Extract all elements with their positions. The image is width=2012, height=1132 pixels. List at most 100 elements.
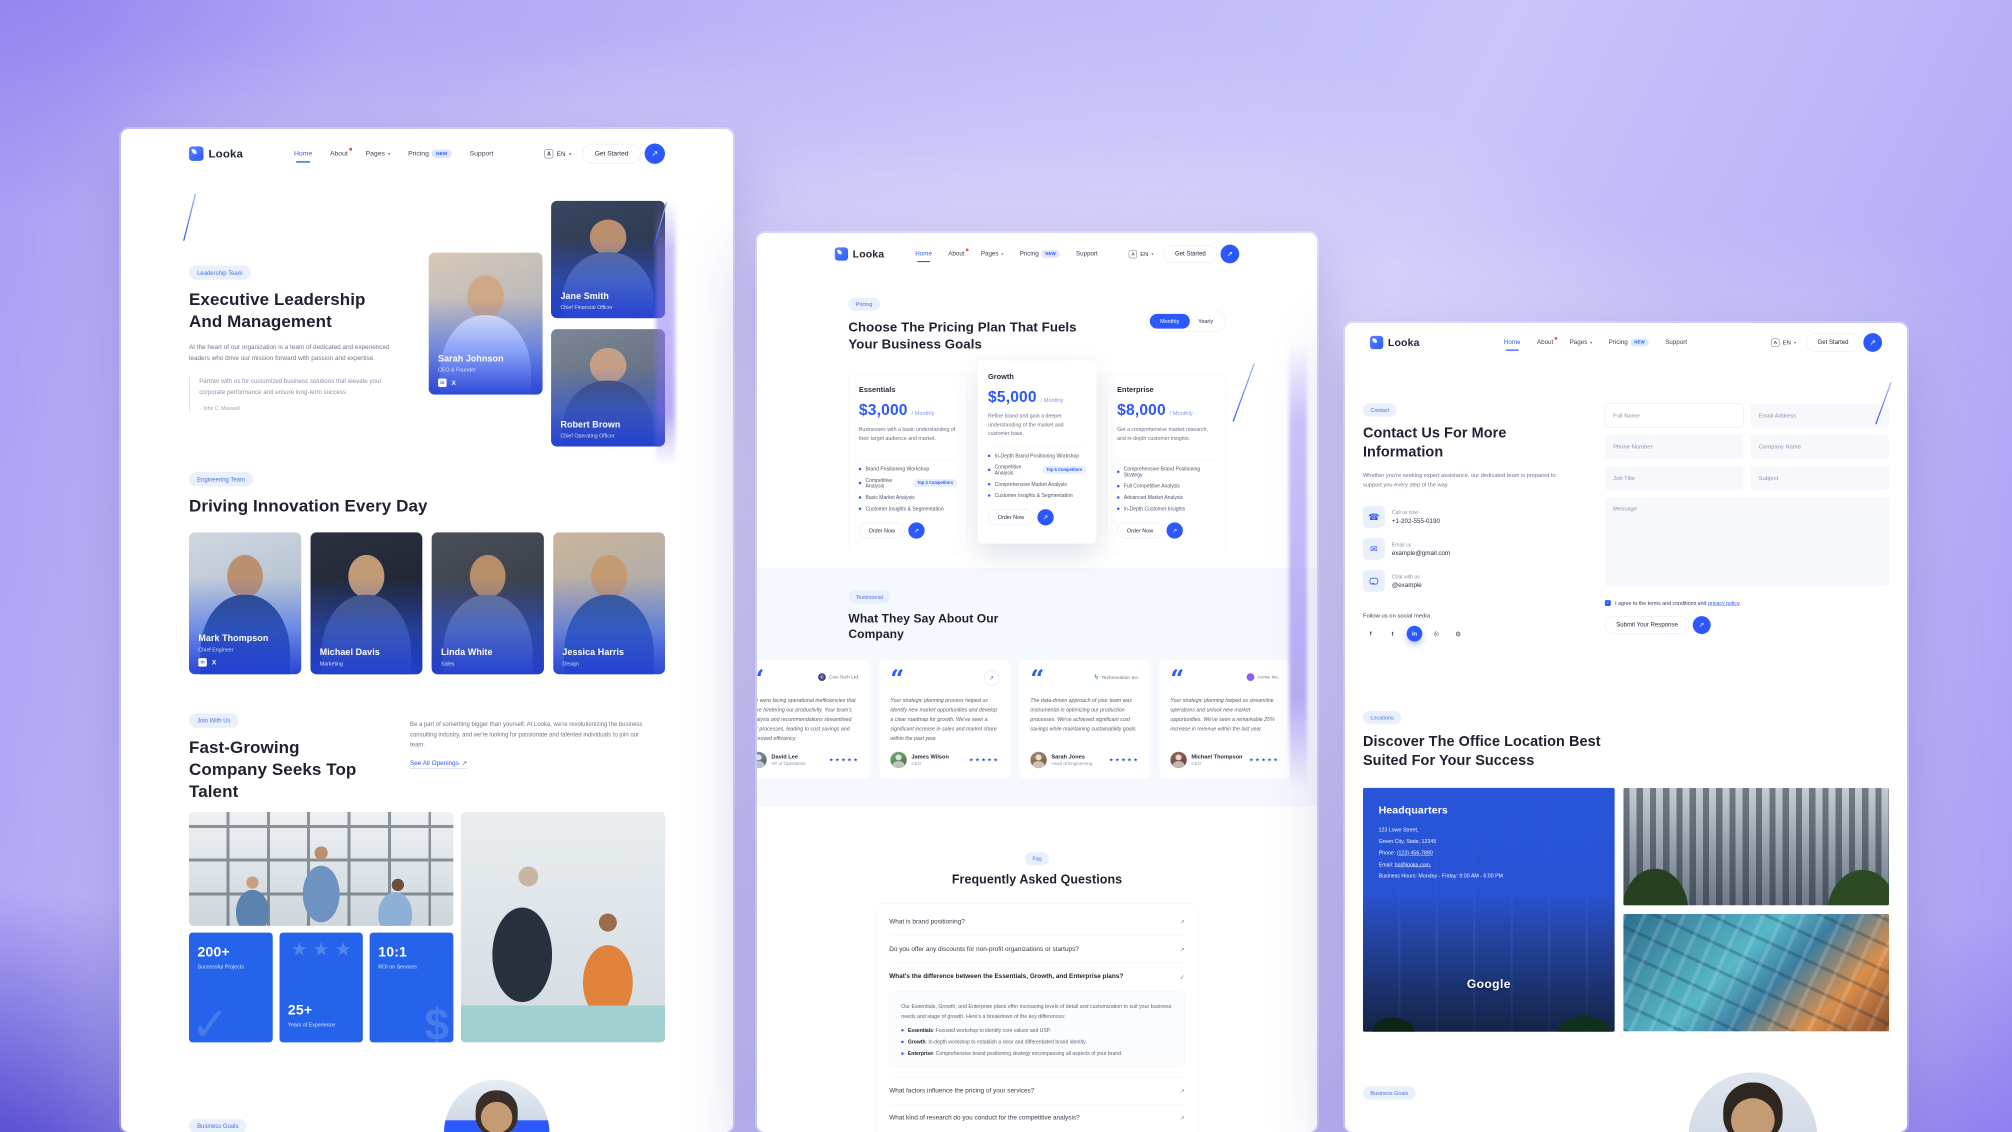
team-card[interactable]: Jane Smith Chief Financial Officer xyxy=(551,201,665,318)
headquarters-card[interactable]: Headquarters 123 Lowe Street, Green City… xyxy=(1363,788,1615,1032)
language-selector[interactable]: A EN ▾ xyxy=(1129,250,1154,258)
nav-pricing[interactable]: PricingNEW xyxy=(408,149,452,158)
plan-description: Get a comprehensive market research, and… xyxy=(1117,425,1215,452)
team-card[interactable]: Linda White Sales xyxy=(432,532,544,674)
submit-arrow-button[interactable]: ↗ xyxy=(1693,616,1711,634)
get-started-arrow-button[interactable]: ↗ xyxy=(1221,245,1240,264)
nav-about[interactable]: About xyxy=(1537,339,1553,346)
header-actions: A EN ▾ Get Started ↗ xyxy=(1771,333,1882,352)
nav-support[interactable]: Support xyxy=(1665,339,1687,346)
team-card[interactable]: Mark Thompson Chief Engineer in X xyxy=(189,532,301,674)
team-card[interactable]: Jessica Harris Design xyxy=(553,532,665,674)
contact-section: Contact Contact Us For More Information … xyxy=(1345,403,1907,641)
nav-pricing[interactable]: PricingNEW xyxy=(1020,250,1060,258)
nav-pricing[interactable]: PricingNEW xyxy=(1609,339,1649,347)
privacy-policy-link[interactable]: privacy policy xyxy=(1708,600,1739,606)
language-selector[interactable]: A EN ▾ xyxy=(544,149,571,158)
yearly-toggle-button[interactable]: Yearly xyxy=(1190,314,1222,329)
faq-item[interactable]: Do you offer any discounts for non-profi… xyxy=(889,935,1185,962)
get-started-arrow-button[interactable]: ↗ xyxy=(1863,333,1882,352)
header-actions: A EN ▾ Get Started ↗ xyxy=(544,143,665,163)
team-card[interactable]: Michael Davis Marketing xyxy=(310,532,422,674)
notification-dot-icon xyxy=(966,249,969,252)
job-title-input[interactable] xyxy=(1605,466,1744,490)
five-star-rating: ★★★★★ xyxy=(969,757,999,763)
hq-phone-link[interactable]: (123) 456-7890 xyxy=(1397,850,1433,856)
order-now-button[interactable]: Order Now xyxy=(1117,523,1163,539)
nav-pages[interactable]: Pages▾ xyxy=(1570,339,1593,346)
nav-about[interactable]: About xyxy=(948,251,964,258)
phone-number-input[interactable] xyxy=(1605,435,1744,459)
stat-label: Years of Experience xyxy=(288,1022,355,1028)
section-badge: Contact xyxy=(1363,403,1397,416)
instagram-icon[interactable]: ◎ xyxy=(1429,626,1445,642)
get-started-button[interactable]: Get Started xyxy=(1164,245,1217,263)
monthly-toggle-button[interactable]: Monthly xyxy=(1150,314,1190,329)
five-star-rating: ★★★★★ xyxy=(1109,757,1139,763)
order-now-arrow-button[interactable]: ↗ xyxy=(1037,509,1053,525)
nav-home[interactable]: Home xyxy=(1504,339,1521,346)
hq-title: Headquarters xyxy=(1379,804,1600,816)
join-description: Be a part of something bigger than yours… xyxy=(410,719,648,749)
linkedin-icon[interactable]: in xyxy=(1407,626,1423,642)
team-card[interactable]: Sarah Johnson CEO & Founder in X xyxy=(429,253,543,395)
faq-item[interactable]: What is brand positioning? ↗ xyxy=(889,909,1185,936)
nav-about[interactable]: About xyxy=(330,150,348,158)
contact-method-phone[interactable]: ☎ Call us now +1-202-555-0190 xyxy=(1363,506,1584,528)
faq-item[interactable]: What factors influence the pricing of yo… xyxy=(889,1077,1185,1104)
arrow-up-right-icon: ↗ xyxy=(462,759,467,767)
message-textarea[interactable] xyxy=(1605,497,1889,586)
logo[interactable]: Looka xyxy=(835,247,884,260)
subject-input[interactable] xyxy=(1751,466,1890,490)
testimonial-carousel[interactable]: “ CCoe-Tech Ltd. We were facing operatio… xyxy=(757,660,1290,778)
see-all-openings-link[interactable]: See All Openings↗ xyxy=(410,759,467,769)
method-label: Call us now xyxy=(1392,510,1440,516)
faq-item[interactable]: What kind of research do you conduct for… xyxy=(889,1104,1185,1131)
email-address-input[interactable] xyxy=(1751,403,1890,427)
company-name-input[interactable] xyxy=(1751,435,1890,459)
full-name-input[interactable] xyxy=(1605,403,1744,427)
social-label: Follow us on social media xyxy=(1363,612,1584,619)
nav-pages[interactable]: Pages▾ xyxy=(366,150,391,158)
arrow-up-right-icon: ↗ xyxy=(1180,1114,1185,1121)
linkedin-icon[interactable]: in xyxy=(438,378,447,387)
nav-home[interactable]: Home xyxy=(294,150,312,158)
nav-support[interactable]: Support xyxy=(1076,251,1098,258)
get-started-arrow-button[interactable]: ↗ xyxy=(645,143,665,163)
five-star-rating: ★★★★★ xyxy=(829,757,859,763)
chevron-down-icon: ▾ xyxy=(1001,251,1003,256)
linkedin-icon[interactable]: in xyxy=(198,658,207,667)
order-now-arrow-button[interactable]: ↗ xyxy=(908,522,924,538)
agree-checkbox[interactable]: ✓ xyxy=(1605,600,1611,606)
nav-pages[interactable]: Pages▾ xyxy=(981,251,1004,258)
arrow-up-right-button[interactable]: ↗ xyxy=(984,670,1000,686)
facebook-icon[interactable]: f xyxy=(1363,626,1379,642)
logo[interactable]: Looka xyxy=(189,146,243,160)
member-role: Chief Financial Officer xyxy=(560,305,659,311)
hq-email-link[interactable]: hq@looka.com, xyxy=(1395,862,1432,868)
order-now-button[interactable]: Order Now xyxy=(988,510,1034,526)
twitter-icon[interactable]: t xyxy=(1385,626,1401,642)
order-now-button[interactable]: Order Now xyxy=(859,523,905,539)
stat-label: Successful Projects xyxy=(198,964,265,970)
get-started-button[interactable]: Get Started xyxy=(582,144,640,164)
nav-support[interactable]: Support xyxy=(470,150,494,158)
section-heading: Executive Leadership And Management xyxy=(189,288,385,332)
nav-home[interactable]: Home xyxy=(915,251,932,258)
contact-method-chat[interactable]: Chat with us @example xyxy=(1363,570,1584,592)
main-nav: Home About Pages▾ PricingNEW Support xyxy=(915,250,1097,258)
submit-button[interactable]: Submit Your Response xyxy=(1605,616,1689,634)
team-card[interactable]: Robert Brown Chief Operating Officer xyxy=(551,329,665,446)
faq-item-expanded[interactable]: What's the difference between the Essent… xyxy=(889,963,1185,990)
contact-method-email[interactable]: ✉ Email us example@gmail.com xyxy=(1363,538,1584,560)
faq-answer-bullet: Essentials: Focused workshop to identify… xyxy=(901,1027,1172,1033)
order-now-arrow-button[interactable]: ↗ xyxy=(1166,522,1182,538)
dribbble-icon[interactable]: ◍ xyxy=(1450,626,1466,642)
x-icon[interactable]: X xyxy=(212,659,216,666)
x-icon[interactable]: X xyxy=(452,379,456,386)
get-started-button[interactable]: Get Started xyxy=(1806,334,1860,352)
language-selector[interactable]: A EN ▾ xyxy=(1771,338,1796,346)
method-value: +1-202-555-0190 xyxy=(1392,518,1440,525)
logo[interactable]: Looka xyxy=(1370,336,1420,349)
section-badge: Faq xyxy=(1025,852,1049,865)
